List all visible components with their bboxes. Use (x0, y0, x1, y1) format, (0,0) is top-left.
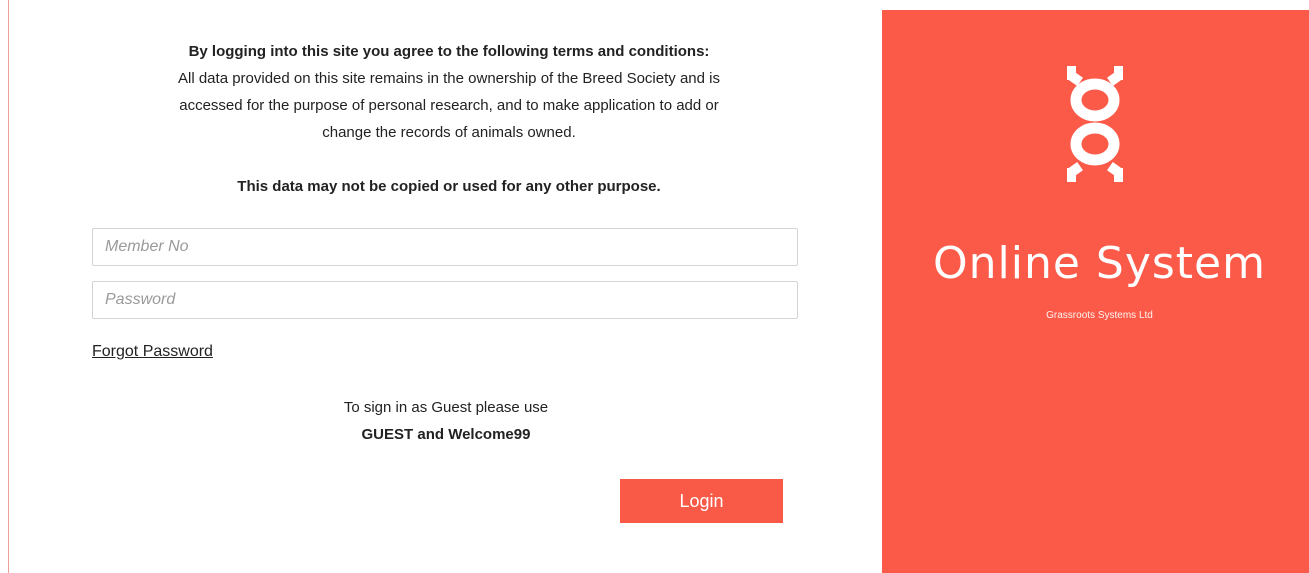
brand-panel: Online System Grassroots Systems Ltd (882, 10, 1309, 573)
terms-heading: By logging into this site you agree to t… (188, 43, 710, 60)
forgot-password-link[interactable]: Forgot Password (92, 343, 213, 361)
guest-info: To sign in as Guest please use GUEST and… (209, 394, 683, 448)
terms-warning: This data may not be copied or used for … (237, 178, 661, 195)
login-page: By logging into this site you agree to t… (0, 0, 1309, 573)
terms-line-1: All data provided on this site remains i… (178, 70, 720, 87)
member-no-input[interactable] (92, 228, 798, 266)
dna-helix-icon (1067, 66, 1123, 182)
terms-line-2: accessed for the purpose of personal res… (179, 97, 719, 114)
guest-info-line-1: To sign in as Guest please use (343, 399, 549, 416)
terms-spacer (49, 146, 849, 173)
terms-line-3: change the records of animals owned. (322, 124, 576, 141)
system-title: Online System (933, 238, 1266, 289)
password-input[interactable] (92, 281, 798, 319)
terms-text: By logging into this site you agree to t… (49, 38, 849, 200)
company-name: Grassroots Systems Ltd (1046, 310, 1153, 321)
login-button[interactable]: Login (620, 479, 783, 523)
guest-credentials: GUEST and Welcome99 (361, 426, 531, 443)
login-panel: By logging into this site you agree to t… (9, 0, 882, 573)
